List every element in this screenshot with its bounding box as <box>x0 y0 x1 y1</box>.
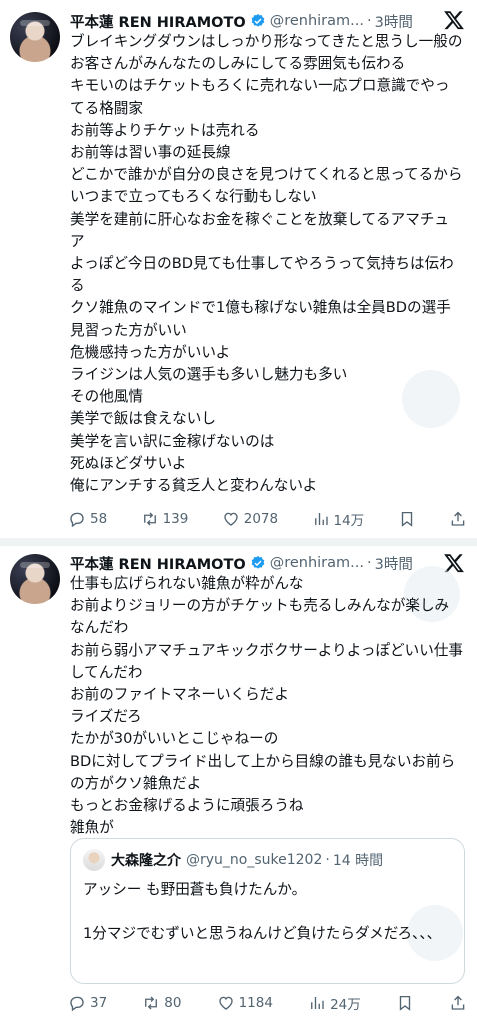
heart-icon <box>224 512 238 526</box>
quoted-author-avatar <box>83 849 105 871</box>
tweet-line: 仕事も広げられない雑魚が粋がんな <box>70 575 304 592</box>
share-icon <box>451 511 465 526</box>
tweet-line: 雑魚が <box>70 819 114 837</box>
retweet-button[interactable]: 139 <box>141 510 189 528</box>
views-button[interactable]: 24万 <box>308 993 361 1013</box>
author-avatar[interactable] <box>10 554 60 604</box>
tweet-line: お前等よりチケットは売れる <box>70 121 260 139</box>
like-count: 1184 <box>238 995 273 1011</box>
quoted-tweet-header: 大森隆之介 @ryu_no_suke1202 · 14 時間 <box>83 849 383 871</box>
verified-badge-icon <box>251 14 265 27</box>
bookmark-button[interactable] <box>398 510 416 528</box>
tweet-actions: 37 80 1184 24万 <box>68 992 467 1014</box>
reply-icon <box>70 512 84 528</box>
author-name[interactable]: 平本蓮 REN HIRAMOTO <box>70 11 246 32</box>
tweet-time[interactable]: 3時間 <box>375 553 413 574</box>
like-count: 2078 <box>243 511 279 527</box>
views-button[interactable]: 14万 <box>312 509 365 529</box>
quoted-line <box>83 901 450 923</box>
tweet-line: クソ雑魚のマインドで1億も稼げない雑魚は全員BDの選手見習った方がいい <box>70 299 451 339</box>
like-button[interactable]: 2078 <box>222 510 278 528</box>
quoted-tweet-time: 14 時間 <box>332 853 384 869</box>
tweet-line: お前ら弱小アマチュアキックボクサーよりよっぽどいい仕事してんだわ <box>70 641 464 681</box>
tweet-line: 美学を言い訳に金稼げないのは <box>70 432 275 450</box>
tweet-header: 平本蓮 REN HIRAMOTO @renhiram... · 3時間 <box>70 10 413 32</box>
floating-button-shadow <box>402 370 460 428</box>
x-logo-icon <box>444 11 464 30</box>
tweet-time[interactable]: 3時間 <box>375 11 413 32</box>
quoted-line: 1分マジでむずいと思うねんけど負けたらダメだろ、、、 <box>83 925 442 943</box>
tweet-line: キモいのはチケットもろくに売れない一応プロ意識でやってる格闘家 <box>70 77 450 117</box>
retweet-icon <box>145 996 158 1010</box>
quoted-line: アッシー も野田蒼も負けたんか。 <box>83 881 307 898</box>
view-count: 14万 <box>333 513 365 529</box>
tweet-line: ライジンは人気の選手も多いし魅力も多い <box>70 366 348 384</box>
tweet-divider <box>0 538 477 546</box>
tweet[interactable]: 平本蓮 REN HIRAMOTO @renhiram... · 3時間 仕事も広… <box>0 546 477 1024</box>
bookmark-button[interactable] <box>396 994 414 1012</box>
heart-icon <box>218 996 233 1010</box>
tweet-line: お前よりジョリーの方がチケットも売るしみんなが楽しみなんだわ <box>70 597 450 637</box>
retweet-button[interactable]: 80 <box>142 994 181 1012</box>
tweet-line: もっとお金稼げるように頑張ろうね <box>70 797 304 815</box>
bookmark-icon <box>399 995 411 1011</box>
separator-dot: · <box>325 852 330 868</box>
retweet-count: 80 <box>164 995 182 1011</box>
author-name[interactable]: 平本蓮 REN HIRAMOTO <box>70 553 246 574</box>
tweet-line: BDに対してプライド出して上から目線の誰も見ないお前らの方がクソ雑魚だよ <box>70 752 456 792</box>
share-button[interactable] <box>449 994 467 1012</box>
tweet-line: どこかで誰かが自分の良さを見つけてくれると思ってるからいつまで立ってもろくな行動… <box>70 166 463 206</box>
reply-icon <box>70 996 84 1012</box>
tweet-text: 仕事も広げられない雑魚が粋がんな お前よりジョリーの方がチケットも売るしみんなが… <box>70 573 463 839</box>
tweet-text: ブレイキングダウンはしっかり形なってきたと思うし一般のお客さんがみんなたのしみに… <box>70 31 463 497</box>
tweet-header: 平本蓮 REN HIRAMOTO @renhiram... · 3時間 <box>70 552 413 574</box>
author-handle[interactable]: @renhiram... <box>270 555 364 571</box>
analytics-icon <box>311 997 324 1009</box>
tweet-line: 美学を建前に肝心なお金を稼ぐことを放棄してるアマチュア <box>70 210 450 250</box>
tweet-line: お前のファイトマネーいくらだよ <box>70 686 289 704</box>
share-button[interactable] <box>449 510 467 528</box>
retweet-count: 139 <box>162 511 189 527</box>
quoted-tweet-text: アッシー も野田蒼も負けたんか。 1分マジでむずいと思うねんけど負けたらダメだろ… <box>83 879 450 945</box>
tweet-line: よっぽど今日のBD見ても仕事してやろうって気持ちは伝わる <box>70 255 454 295</box>
reply-button[interactable]: 58 <box>68 510 107 528</box>
analytics-icon <box>314 513 328 525</box>
separator-dot: · <box>366 555 372 571</box>
reply-button[interactable]: 37 <box>68 994 107 1012</box>
reply-count: 58 <box>90 511 108 527</box>
view-count: 24万 <box>330 997 361 1013</box>
verified-badge-icon <box>251 556 265 569</box>
tweet[interactable]: 平本蓮 REN HIRAMOTO @renhiram... · 3時間 ブレイキ… <box>0 0 477 538</box>
separator-dot: · <box>366 13 372 29</box>
reply-count: 37 <box>90 995 108 1011</box>
quoted-author-handle: @ryu_no_suke1202 <box>186 852 323 868</box>
tweet-line: ブレイキングダウンはしっかり形なってきたと思うし一般のお客さんがみんなたのしみに… <box>70 33 463 73</box>
tweet-line: お前等は習い事の延長線 <box>70 144 231 162</box>
retweet-icon <box>143 512 156 526</box>
quoted-tweet[interactable]: 大森隆之介 @ryu_no_suke1202 · 14 時間 アッシー も野田蒼… <box>70 838 465 984</box>
tweet-line: 死ぬほどダサいよ <box>70 454 187 472</box>
author-handle[interactable]: @renhiram... <box>270 13 364 29</box>
bookmark-icon <box>401 511 412 527</box>
tweet-line: 俺にアンチする貧乏人と変わんないよ <box>70 477 318 495</box>
tweet-line: たかが30がいいとこじゃねーの <box>70 730 279 748</box>
quoted-author-name: 大森隆之介 <box>111 853 181 869</box>
tweet-actions: 58 139 2078 14万 <box>68 508 467 530</box>
author-avatar[interactable] <box>10 12 60 62</box>
tweet-line: 危機感持った方がいいよ <box>70 343 231 361</box>
share-icon <box>451 995 465 1010</box>
like-button[interactable]: 1184 <box>217 994 273 1012</box>
tweet-line: ライズだろ <box>70 708 142 726</box>
